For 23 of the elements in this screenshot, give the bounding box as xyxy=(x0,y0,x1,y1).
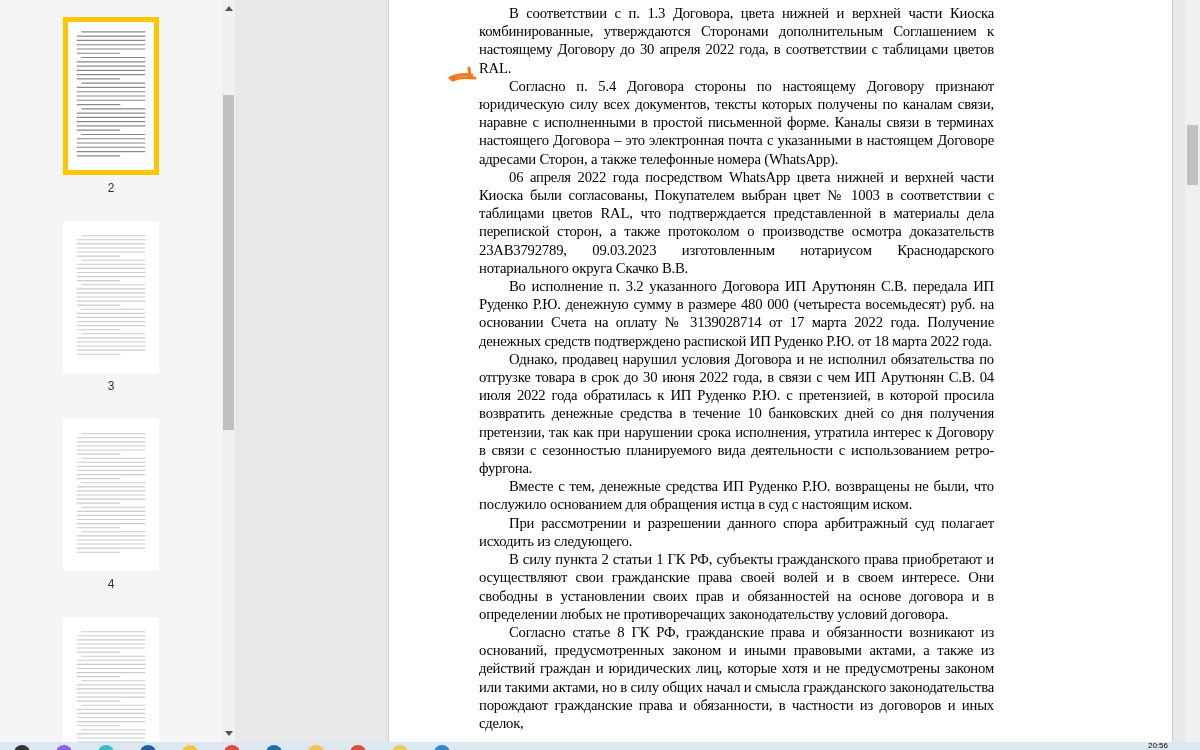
paragraph: В силу пункта 2 статьи 1 ГК РФ, субъекты гражданского права приобретают и осуществляют свои гражданские права своей волей и в своем интересе. Они свободны в установлении своих прав и обязанностей на основе договора и в определении любых не противоречащих законодательству условий договора. xyxy=(479,550,994,623)
paragraph: В соответствии с п. 1.3 Договора, цвета нижней и верхней части Киоска комбинированные, утверждаются Сторонами дополнительным Соглашением к настоящему Договору до 30 апреля 2022 года, в соответствии с таблицами цветов RAL. xyxy=(479,4,994,77)
paragraph: Во исполнение п. 3.2 указанного Договора ИП Арутюнян С.В. передала ИП Руденко Р.Ю. денежную сумму в размере 480 000 (четыреста восемьдесят) руб. на основании Счета на оплату № 3139028714 от 17 марта 2022 года. Получение денежных средств подтверждено распиской ИП Руденко Р.Ю. от 18 марта 2022 года. xyxy=(479,277,994,350)
page-number: 3 xyxy=(107,378,115,395)
taskbar-clock[interactable]: 20:56 xyxy=(1147,742,1168,750)
page-thumbnail[interactable] xyxy=(63,419,159,571)
scroll-up-icon[interactable] xyxy=(224,6,233,11)
paragraph: Согласно п. 5.4 Договора стороны по настоящему Договору признают юридическую силу всех документов, тексты которых получены по каналам связи, наравне с исполненными в простой письменной форме. Каналы связи в терминах настоящего Договора – это электронная почта с указанными в настоящем Договоре адресами Сторон, а также телефонные номера (WhatsApp). xyxy=(479,76,994,168)
paragraph: Однако, продавец нарушил условия Договора и не исполнил обязательства по отгрузке товара в срок до 30 июня 2022 года, в связи с чем ИП Арутюнян С.В. 04 июля 2022 года обратилась к ИП Руденко Р.Ю. с претензией, в которой просила возвратить денежные средства в течение 10 банковских дней со дня получения претензии, так как при нарушении срока исполнения, утратила интерес к Договору в связи с сезонностью планируемого вида деятельности с использованием ретро-фургона. xyxy=(479,349,994,478)
page-number: 4 xyxy=(107,576,115,593)
scroll-down-icon[interactable] xyxy=(224,731,233,736)
page-thumbnail[interactable] xyxy=(63,221,159,373)
paragraph: 06 апреля 2022 года посредством WhatsApp цвета нижней и верхней части Киоска были согласованы, Покупателем выбран цвет № 1003 в соответствии с таблицами цветов RAL, что подтверждается представленной в материалы дела перепиской сторон, а также протоколом о производстве осмотра доказательств 23АВ3792789, 09.03.2023 изготовленным нотариусом Краснодарского нотариального округа Скачко В.В. xyxy=(479,167,994,278)
scrollbar[interactable] xyxy=(222,0,235,742)
paragraph: При рассмотрении и разрешении данного спора арбитражный суд полагает исходить из следующего. xyxy=(479,513,994,551)
scrollbar-thumb[interactable] xyxy=(223,95,234,430)
page-thumbnail[interactable] xyxy=(63,17,159,175)
scrollbar[interactable] xyxy=(1185,0,1200,742)
paragraph: Согласно статье 8 ГК РФ, гражданские права и обязанности возникают из оснований, предусмотренных законом и иными правовыми актами, а также из действий граждан и юридических лиц, которые хотя и не предусмотрены законом или такими актами, но в силу общих начал и смысла гражданского законодательства порождают гражданские права и обязанности, в частности из договоров и иных сделок, xyxy=(479,622,994,733)
paragraph: Вместе с тем, денежные средства ИП Руденко Р.Ю. возвращены не были, что послужило основанием для обращения истца в суд с настоящим иском. xyxy=(479,477,994,514)
page-number: 2 xyxy=(107,180,115,197)
page-thumbnail[interactable] xyxy=(63,617,159,742)
scrollbar-thumb[interactable] xyxy=(1187,125,1198,185)
